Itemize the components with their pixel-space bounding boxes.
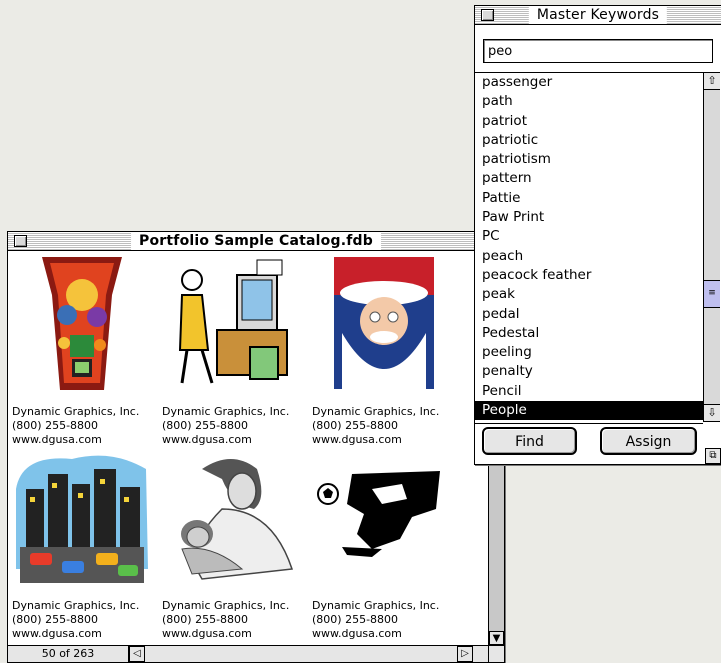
thumbnail-cell[interactable]: Dynamic Graphics, Inc. (800) 255-8800 ww… — [308, 255, 458, 450]
catalog-window: Portfolio Sample Catalog.fdb Dynamic Gra… — [7, 231, 505, 663]
catalog-titlebar[interactable]: Portfolio Sample Catalog.fdb — [8, 232, 504, 251]
tiki-collage-icon — [8, 255, 156, 405]
soccer-player-icon — [308, 449, 456, 599]
catalog-title: Portfolio Sample Catalog.fdb — [131, 232, 381, 250]
thumbnail-cell[interactable]: Dynamic Graphics, Inc. (800) 255-8800 ww… — [158, 255, 308, 450]
scroll-down-arrow-icon[interactable]: ⇩ — [704, 404, 720, 421]
keywords-window: Master Keywords peo passenger path patriot… — [474, 5, 721, 465]
keyword-list-item[interactable]: passenger — [475, 73, 703, 92]
vendor-phone: (800) 255-8800 — [162, 419, 249, 432]
scroll-left-arrow-icon[interactable]: ◁ — [129, 646, 145, 662]
vendor-url: www.dgusa.com — [12, 627, 102, 640]
keyword-list-item[interactable]: People — [475, 401, 703, 421]
vendor-phone: (800) 255-8800 — [162, 613, 249, 626]
vendor-url: www.dgusa.com — [162, 627, 252, 640]
vendor-name: Dynamic Graphics, Inc. — [12, 599, 140, 612]
scroll-thumb[interactable]: ≡ — [704, 280, 720, 308]
thumbnail-cell[interactable]: Dynamic Graphics, Inc. (800) 255-8800 ww… — [308, 449, 458, 644]
vendor-phone: (800) 255-8800 — [12, 613, 99, 626]
keyword-list-item[interactable]: patriotic — [475, 131, 703, 150]
vendor-name: Dynamic Graphics, Inc. — [12, 405, 140, 418]
vendor-phone: (800) 255-8800 — [312, 419, 399, 432]
keyword-list-item[interactable]: peeling — [475, 343, 703, 362]
keyword-list-item[interactable]: Pedestal — [475, 324, 703, 343]
catalog-horizontal-scrollbar[interactable]: 50 of 263 ◁ ▷ — [8, 645, 489, 662]
scroll-up-arrow-icon[interactable]: ⇧ — [704, 73, 720, 90]
thumbnail-cell[interactable]: Dynamic Graphics, Inc. (800) 255-8800 ww… — [8, 255, 158, 450]
vendor-phone: (800) 255-8800 — [12, 419, 99, 432]
thumbnail-cell[interactable]: Dynamic Graphics, Inc. (800) 255-8800 ww… — [8, 449, 158, 644]
keyword-list-item[interactable]: patriot — [475, 112, 703, 131]
keyword-list-item[interactable]: Pattie — [475, 189, 703, 208]
keyword-list[interactable]: passenger path patriot patriotic patriotism p… — [475, 72, 703, 424]
vendor-url: www.dgusa.com — [312, 627, 402, 640]
close-box-icon[interactable] — [481, 9, 494, 21]
city-traffic-icon — [8, 449, 156, 599]
find-button[interactable]: Find — [482, 427, 577, 455]
keyword-list-item[interactable]: pedal — [475, 305, 703, 324]
keyword-list-item[interactable]: penalty — [475, 362, 703, 381]
vendor-url: www.dgusa.com — [162, 433, 252, 446]
keyword-list-item[interactable]: patriotism — [475, 150, 703, 169]
record-counter: 50 of 263 — [8, 646, 129, 662]
keywords-title: Master Keywords — [528, 6, 668, 24]
thumbnail-grid: Dynamic Graphics, Inc. (800) 255-8800 ww… — [8, 251, 489, 645]
assign-button[interactable]: Assign — [600, 427, 697, 455]
vendor-url: www.dgusa.com — [312, 433, 402, 446]
vendor-name: Dynamic Graphics, Inc. — [312, 599, 440, 612]
scroll-down-arrow-icon[interactable]: ▼ — [489, 631, 504, 645]
vendor-name: Dynamic Graphics, Inc. — [162, 405, 290, 418]
keyword-list-item[interactable]: peach — [475, 247, 703, 266]
office-worker-icon — [158, 255, 306, 405]
keyword-list-item[interactable]: path — [475, 92, 703, 111]
keyword-list-item[interactable]: peacock feather — [475, 266, 703, 285]
keyword-list-item[interactable]: PC — [475, 227, 703, 246]
vendor-url: www.dgusa.com — [12, 433, 102, 446]
resize-grow-box-icon[interactable]: ⧉ — [705, 448, 721, 464]
vendor-name: Dynamic Graphics, Inc. — [162, 599, 290, 612]
keyword-search-input[interactable]: peo — [483, 39, 713, 63]
scroll-right-arrow-icon[interactable]: ▷ — [457, 646, 473, 662]
thumbnail-cell[interactable]: Dynamic Graphics, Inc. (800) 255-8800 ww… — [158, 449, 308, 644]
keyword-list-item[interactable]: Pencil — [475, 382, 703, 401]
santa-claus-icon — [308, 255, 456, 405]
resize-grow-box-icon[interactable] — [488, 645, 504, 662]
keyword-list-item[interactable]: pattern — [475, 169, 703, 188]
vendor-phone: (800) 255-8800 — [312, 613, 399, 626]
keyword-list-item[interactable]: Paw Print — [475, 208, 703, 227]
vendor-name: Dynamic Graphics, Inc. — [312, 405, 440, 418]
close-box-icon[interactable] — [14, 235, 27, 247]
keyword-list-item[interactable]: peak — [475, 285, 703, 304]
mother-child-icon — [158, 449, 306, 599]
keywords-titlebar[interactable]: Master Keywords — [475, 6, 721, 25]
keyword-list-scrollbar[interactable]: ⇧ ≡ ⇩ — [703, 72, 720, 422]
